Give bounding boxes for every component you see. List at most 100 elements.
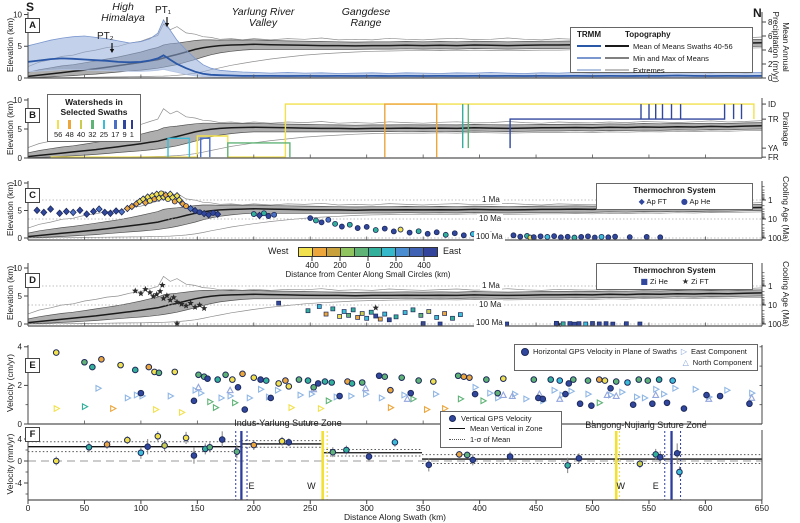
- age-label-1ma-c: 1 Ma: [480, 195, 502, 204]
- svg-text:0: 0: [366, 261, 371, 270]
- svg-text:0: 0: [18, 234, 23, 243]
- legend-c-title: Thermochron System: [633, 186, 716, 195]
- colorbar-cell: [396, 248, 411, 256]
- svg-text:E: E: [249, 481, 255, 491]
- svg-text:50: 50: [80, 503, 90, 513]
- star-icon: ★: [681, 277, 690, 286]
- legend-watersheds: Watersheds in Selected Swaths 56 48 40 32 25…: [47, 94, 141, 142]
- svg-text:W: W: [616, 481, 625, 491]
- svg-text:10: 10: [768, 301, 777, 310]
- panel-f-plot: E W EW: [28, 431, 762, 500]
- legend-trmm-topography: TRMM Topography Mean of Means Swaths 40-…: [570, 27, 753, 76]
- gps-circle-icon: [521, 347, 529, 356]
- bangong-nujiang-title: Bangong-Nujiang Suture Zone: [585, 420, 707, 430]
- colorbar-cell: [299, 248, 313, 256]
- svg-text:200: 200: [333, 261, 347, 270]
- square-icon: ■: [640, 277, 648, 286]
- svg-text:5: 5: [18, 292, 23, 301]
- legend-thermochron-c: Thermochron System ◆ Ap FT ● Ap He: [596, 183, 753, 210]
- legend-a-header: TRMM Topography: [571, 28, 752, 40]
- legend-vertical-gps: Vertical GPS Velocity Mean Vertical in Z…: [440, 411, 562, 448]
- legend-d-zift-label: Zi FT: [691, 277, 709, 286]
- svg-text:550: 550: [642, 503, 656, 513]
- svg-text:0: 0: [18, 320, 23, 329]
- svg-text:400: 400: [305, 261, 319, 270]
- compass-south-label: S: [26, 0, 35, 14]
- colorbar-caption: Distance from Center Along Small Circles…: [285, 270, 451, 279]
- vertical-gps-dot-icon: [449, 414, 456, 422]
- diamond-icon: ◆: [638, 197, 645, 206]
- svg-text:650: 650: [755, 503, 769, 513]
- legend-f-row2-label: Mean Vertical in Zone: [470, 424, 543, 433]
- legend-d-zihe: ■ Zi He: [640, 277, 668, 286]
- legend-f-row1-label: Vertical GPS Velocity: [461, 413, 532, 423]
- legend-c-apft: ◆ Ap FT: [639, 197, 667, 206]
- indus-yarlung-title: Indus-Yarlung Suture Zone: [234, 418, 342, 428]
- legend-e-main-label: Horizontal GPS Velocity in Plane of Swat…: [533, 347, 677, 356]
- svg-text:0: 0: [26, 503, 31, 513]
- colorbar-cell: [424, 248, 438, 256]
- svg-text:1: 1: [768, 196, 773, 205]
- x-axis-title: Distance Along Swath (km): [343, 512, 447, 522]
- svg-text:1: 1: [768, 282, 773, 291]
- svg-text:FR: FR: [768, 153, 779, 162]
- svg-text:200: 200: [247, 503, 261, 513]
- svg-text:0: 0: [18, 154, 23, 163]
- colorbar-east-label: East: [443, 246, 462, 256]
- colorbar-cell: [340, 248, 355, 256]
- svg-text:YA: YA: [768, 144, 779, 153]
- svg-text:-4: -4: [15, 479, 23, 488]
- sigma-dotted-line-icon: [449, 438, 465, 440]
- watershed-swatch-row: 56 48 40 32 25 17 9 1: [48, 117, 140, 139]
- svg-text:100: 100: [768, 234, 782, 243]
- legend-c-apft-label: Ap FT: [646, 197, 667, 206]
- age-label-100ma-c: 100 Ma: [474, 232, 505, 241]
- yarlung-river-valley-annotation: Yarlung River Valley: [231, 6, 295, 29]
- pt2-annotation: PT₂: [97, 31, 114, 42]
- legend-a-row2: Min and Max of Means: [571, 52, 752, 64]
- topo-extremes-line-swatch: [605, 69, 629, 71]
- age-label-100ma-d: 100 Ma: [474, 318, 505, 327]
- watershed-swatch: 48: [65, 120, 74, 139]
- svg-text:100: 100: [768, 320, 782, 329]
- svg-text:E: E: [653, 481, 659, 491]
- colorbar-cell: [382, 248, 397, 256]
- legend-e-row1: Horizontal GPS Velocity in Plane of Swat…: [515, 345, 757, 356]
- panel-f-label: F: [25, 427, 40, 442]
- legend-horizontal-gps: Horizontal GPS Velocity in Plane of Swat…: [514, 344, 758, 371]
- legend-e-north-label: North Component: [692, 358, 752, 367]
- legend-a-row3: Extremes: [571, 64, 752, 76]
- colorbar-cell: [312, 248, 327, 256]
- swath-profile-figure: E W E W 0 50 100 150 200 250 300 350 400 450 500 550 600…: [0, 0, 800, 523]
- panel-e-label: E: [25, 358, 40, 373]
- legend-c-items: ◆ Ap FT ● Ap He: [597, 195, 752, 206]
- legend-a-col-trmm: TRMM: [577, 30, 601, 39]
- watershed-swatch: 17: [111, 120, 119, 139]
- legend-e-row2: △ North Component: [515, 356, 757, 367]
- svg-text:5: 5: [18, 206, 23, 215]
- svg-text:5: 5: [18, 42, 23, 51]
- axis-velocity-mm-label: Velocity (mm/yr): [5, 433, 15, 495]
- watershed-swatch: 9: [123, 120, 127, 139]
- legend-e-east-label: East Component: [690, 347, 747, 356]
- watershed-swatch: 1: [130, 120, 134, 139]
- svg-text:0: 0: [18, 457, 23, 466]
- north-triangle-icon: △: [682, 358, 689, 367]
- pt1-annotation: PT₁: [155, 5, 172, 16]
- chart-canvas: E W EW0 50 100 150 200 250 300 350 400 450 500 550 600…: [13, 10, 782, 513]
- watershed-swatch: 56: [54, 120, 62, 139]
- svg-text:4: 4: [18, 343, 23, 352]
- svg-text:200: 200: [389, 261, 403, 270]
- svg-text:0: 0: [18, 74, 23, 83]
- legend-f-row3: 1-σ of Mean: [441, 433, 561, 444]
- legend-c-aphe: ● Ap He: [681, 197, 711, 206]
- svg-text:W: W: [307, 481, 316, 491]
- svg-text:TR: TR: [768, 115, 779, 124]
- svg-text:4: 4: [18, 435, 23, 444]
- legend-a-row2-label: Min and Max of Means: [633, 53, 709, 63]
- high-himalaya-annotation: High Himalaya: [101, 1, 145, 24]
- panel-b-label: B: [25, 108, 40, 123]
- trmm-extremes-line-swatch: [577, 69, 601, 71]
- axis-cooling-d-label: Cooling Age (Ma): [781, 261, 791, 327]
- colorbar: [298, 247, 438, 257]
